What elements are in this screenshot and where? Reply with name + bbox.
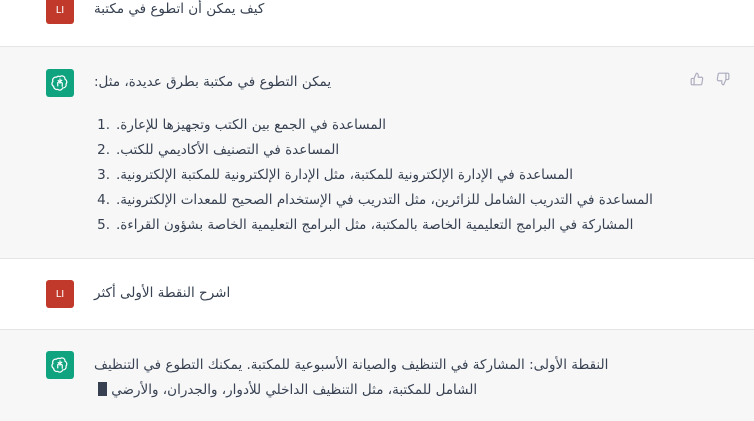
openai-logo-icon [51,357,68,373]
list-item: 3. المساعدة في الإدارة الإلكترونية للمكت… [94,164,694,186]
list-item-text: المساعدة في التدريب الشامل للزائرين، مثل… [116,192,653,208]
list-item: 5. المشاركة في البرامج التعليمية الخاصة … [94,214,694,236]
feedback-buttons [690,71,730,86]
list-item-number: 1. [97,117,110,133]
assistant-message: يمكن التطوع في مكتبة بطرق عديدة، مثل: 1.… [0,46,754,259]
assistant-response-line: النقطة الأولى: المشاركة في التنظيف والصي… [94,357,609,373]
typing-cursor [98,382,107,396]
user-avatar: LI [46,280,74,308]
list-item-text: المساعدة في الجمع بين الكتب وتجهيزها للإ… [116,117,387,133]
assistant-avatar [46,69,74,97]
list-item-number: 3. [97,167,110,183]
assistant-response-text: الشامل للمكتبة، مثل التنظيف الداخلي للأد… [111,382,478,398]
assistant-response-line-2: الشامل للمكتبة، مثل التنظيف الداخلي للأد… [94,379,477,401]
user-message-text: كيف يمكن أن اتطوع في مكتبة [94,1,265,17]
list-item-number: 4. [97,192,110,208]
user-message-text: اشرح النقطة الأولى أكثر [94,285,231,301]
list-item-text: المشاركة في البرامج التعليمية الخاصة بال… [116,217,634,233]
assistant-intro-text: يمكن التطوع في مكتبة بطرق عديدة، مثل: [94,74,332,90]
avatar-initials: LI [55,288,65,300]
assistant-message: النقطة الأولى: المشاركة في التنظيف والصي… [0,329,754,421]
list-item: 2. المساعدة في التصنيف الأكاديمي للكتب. [94,139,694,161]
avatar-initials: LI [55,4,65,16]
assistant-avatar [46,351,74,379]
list-item-number: 2. [97,142,110,158]
user-message: LI كيف يمكن أن اتطوع في مكتبة [0,0,754,46]
user-avatar: LI [46,0,74,24]
thumbs-up-icon[interactable] [690,71,704,86]
list-item-text: المساعدة في التصنيف الأكاديمي للكتب. [116,142,340,158]
chat-thread: LI كيف يمكن أن اتطوع في مكتبة يمكن التطو… [0,0,754,421]
list-item-text: المساعدة في الإدارة الإلكترونية للمكتبة،… [116,167,573,183]
list-item-number: 5. [97,217,110,233]
openai-logo-icon [51,75,68,91]
list-item: 1. المساعدة في الجمع بين الكتب وتجهيزها … [94,114,694,136]
list-item: 4. المساعدة في التدريب الشامل للزائرين، … [94,189,694,211]
thumbs-down-icon[interactable] [716,71,730,86]
user-message: LI اشرح النقطة الأولى أكثر [0,259,754,329]
